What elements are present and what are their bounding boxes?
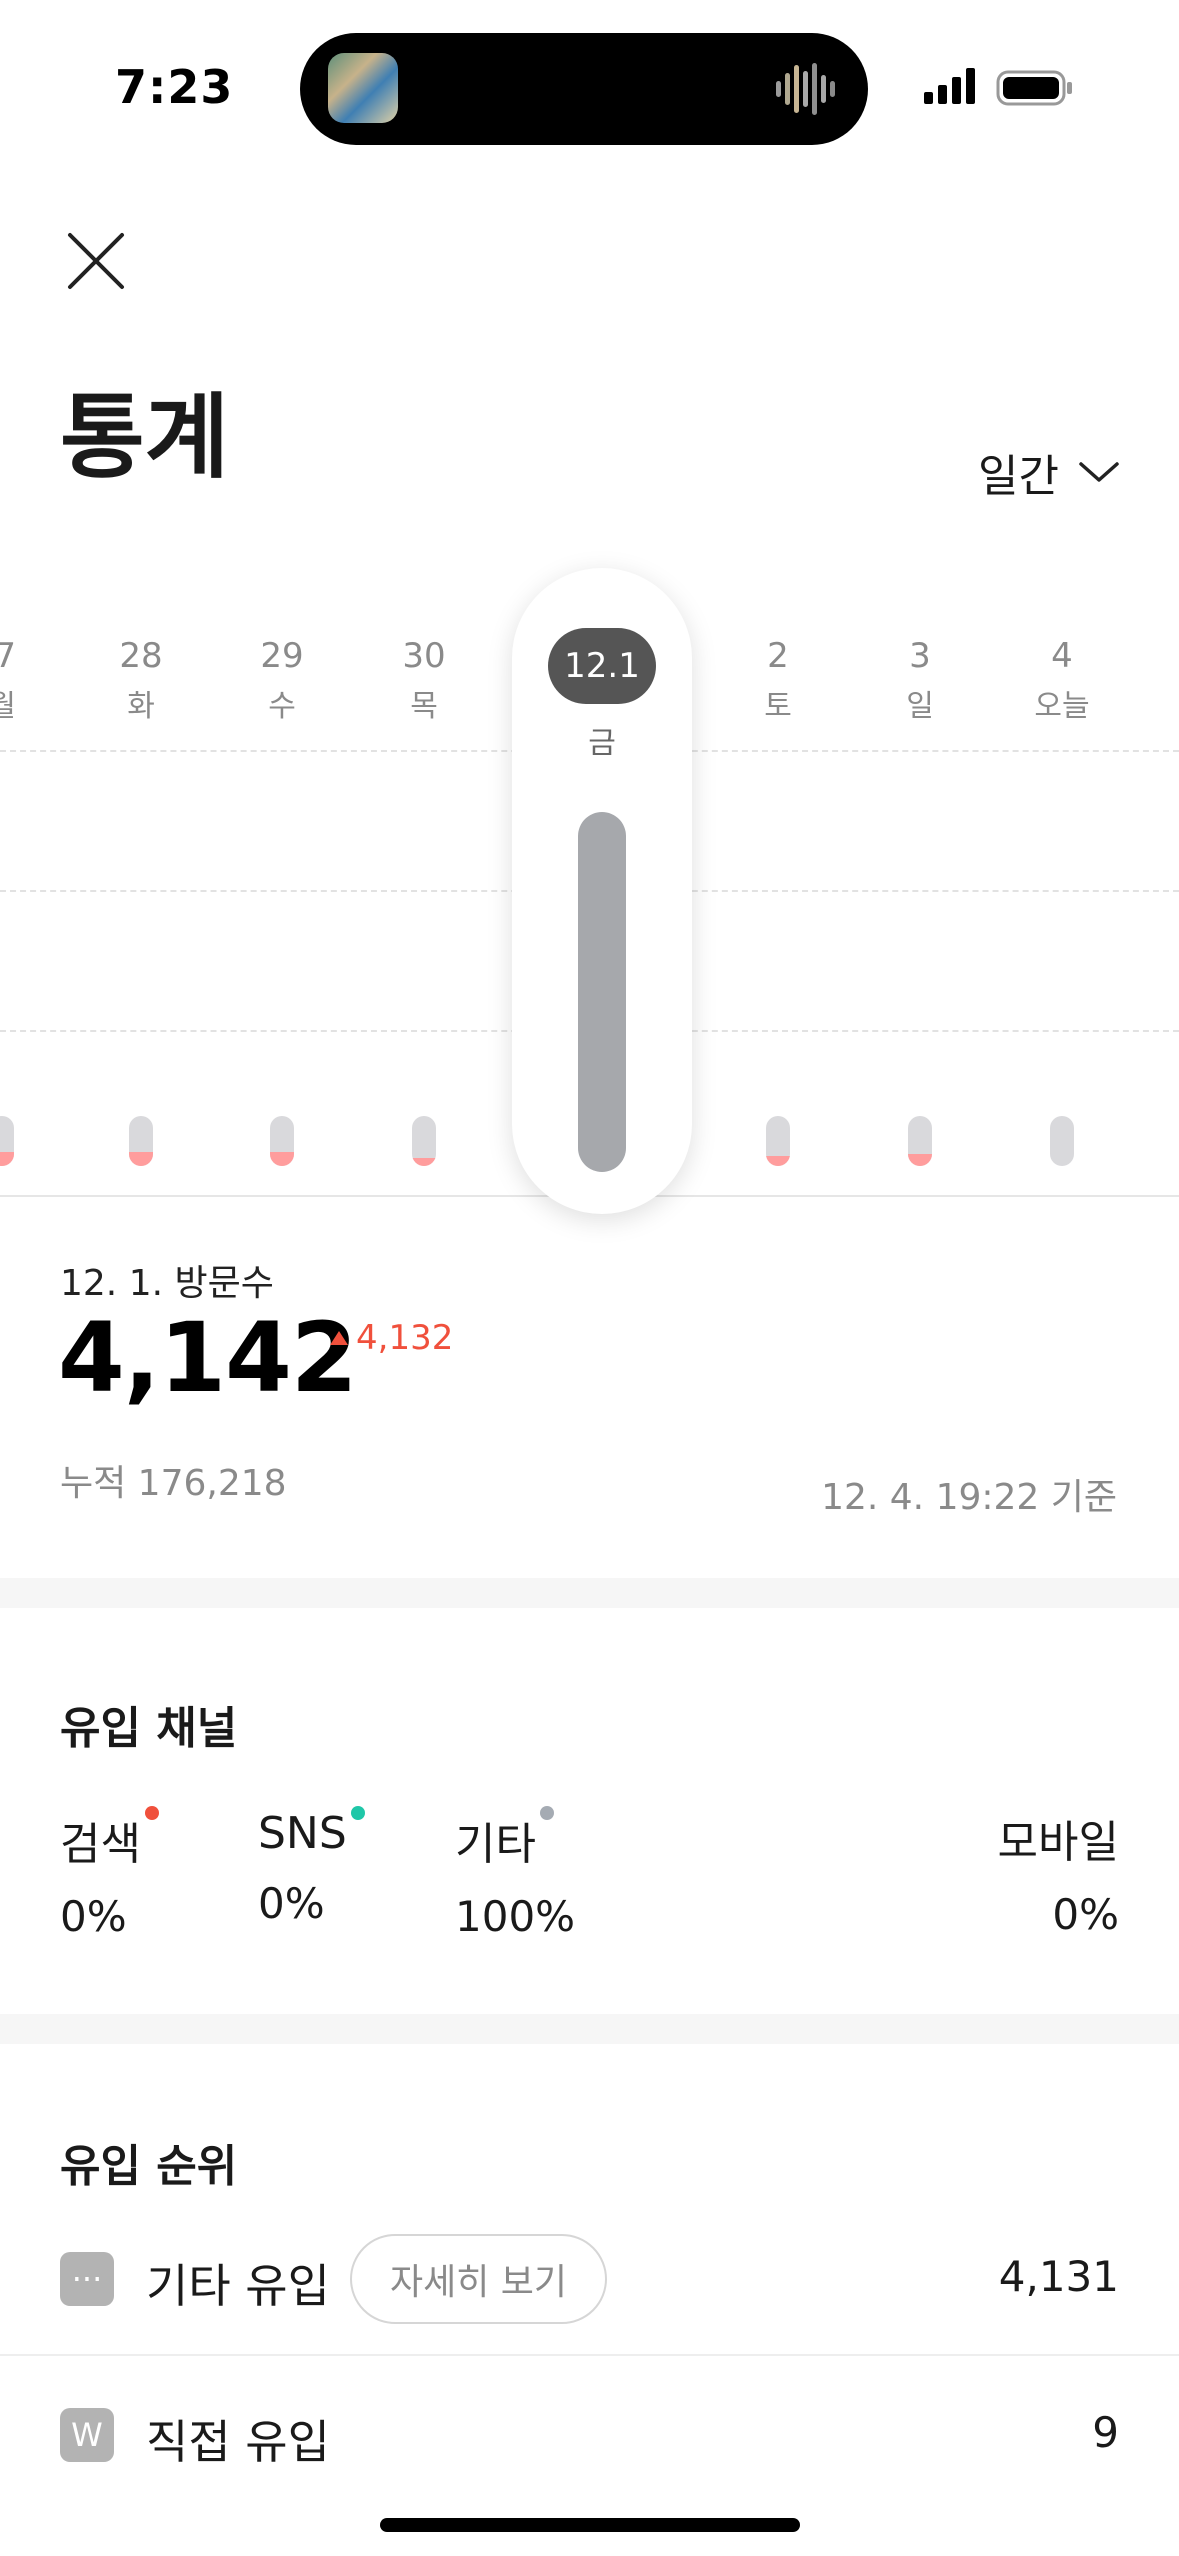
home-indicator[interactable] [380, 2518, 800, 2532]
day-weekday: 토 [764, 689, 792, 725]
ranking-row: W 직접 유입 9 [0, 2364, 1179, 2504]
chart-bar [0, 1116, 14, 1166]
chart-bar [270, 1116, 294, 1166]
row-divider [0, 2354, 1179, 2356]
day-column-today[interactable]: 4 오늘 [1002, 636, 1122, 725]
dynamic-island [300, 33, 868, 145]
cellular-signal-icon [924, 68, 975, 104]
day-weekday: 일 [906, 689, 934, 725]
ranking-name: 기타 유입 [146, 2259, 330, 2313]
day-date: 30 [402, 636, 446, 676]
day-column[interactable]: 28 화 [81, 636, 201, 725]
chart-bar [908, 1116, 932, 1166]
period-dropdown[interactable]: 일간 [978, 440, 1121, 504]
now-playing-thumbnail [328, 53, 398, 123]
day-date: 2 [767, 636, 789, 676]
view-details-button[interactable]: 자세히 보기 [350, 2234, 608, 2324]
channel-other: 기타 100% [455, 1806, 576, 1941]
chart-bar [1050, 1116, 1074, 1166]
selected-weekday: 금 [588, 726, 616, 761]
channel-name: 기타 [455, 1819, 536, 1870]
selected-chart-bar [578, 812, 626, 1172]
day-weekday: 오늘 [1034, 689, 1090, 725]
day-date: 3 [909, 636, 931, 676]
day-column[interactable]: 30 목 [364, 636, 484, 725]
period-label: 일간 [978, 451, 1059, 502]
status-time: 7:23 [115, 60, 234, 114]
channel-search: 검색 0% [60, 1806, 159, 1941]
more-icon: ··· [60, 2252, 114, 2306]
ranking-row: ··· 기타 유입 자세히 보기 4,131 [0, 2208, 1179, 2348]
day-weekday: 월 [0, 689, 16, 725]
selected-day-card[interactable]: 12.1 금 [512, 568, 692, 1214]
visit-count: 4,142 [58, 1302, 358, 1414]
day-weekday: 화 [127, 689, 155, 725]
daily-visits-chart: 27 월 28 화 29 수 30 목 2 토 3 일 4 오늘 12.1 금 [0, 560, 1179, 1214]
page-title: 통계 [60, 384, 230, 491]
day-date: 28 [119, 636, 163, 676]
ranking-value: 9 [1092, 2408, 1119, 2457]
ranking-value: 4,131 [998, 2252, 1119, 2301]
channel-name: SNS [258, 1808, 347, 1859]
day-weekday: 수 [268, 689, 296, 725]
chart-bar [129, 1116, 153, 1166]
day-column[interactable]: 2 토 [718, 636, 838, 725]
chevron-down-icon [1079, 462, 1119, 482]
w-icon: W [60, 2408, 114, 2462]
day-column[interactable]: 29 수 [222, 636, 342, 725]
cumulative-visits: 누적 176,218 [60, 1463, 287, 1504]
day-date: 4 [1051, 636, 1073, 676]
chart-bar [766, 1116, 790, 1166]
channel-mobile: 모바일 0% [998, 1806, 1119, 1939]
channel-pct: 0% [1052, 1890, 1119, 1939]
section-divider [0, 2014, 1179, 2044]
channel-name: 모바일 [997, 1817, 1119, 1868]
audio-waveform-icon [776, 63, 835, 115]
selected-date-pill: 12.1 [548, 628, 656, 704]
ranking-title: 유입 순위 [60, 2141, 238, 2192]
channel-pct: 0% [258, 1879, 325, 1928]
channel-sns: SNS 0% [258, 1806, 365, 1928]
visit-label: 12. 1. 방문수 [60, 1263, 274, 1304]
day-date: 29 [260, 636, 304, 676]
channel-dot [539, 1806, 554, 1820]
day-weekday: 목 [410, 689, 438, 725]
chart-bar [412, 1116, 436, 1166]
day-column[interactable]: 3 일 [860, 636, 980, 725]
close-icon[interactable] [60, 225, 132, 297]
channels-title: 유입 채널 [60, 1703, 238, 1754]
increase-arrow-icon [330, 1331, 348, 1345]
visit-delta: 4,132 [330, 1318, 453, 1358]
channel-dot [350, 1806, 365, 1820]
partial-day-column[interactable]: 27 월 [0, 560, 16, 1200]
delta-value: 4,132 [356, 1318, 454, 1358]
section-divider [0, 1578, 1179, 1608]
channel-pct: 0% [60, 1892, 127, 1941]
battery-icon [996, 70, 1072, 106]
day-date: 27 [0, 636, 16, 676]
channel-pct: 100% [455, 1892, 576, 1941]
channel-name: 검색 [60, 1819, 141, 1870]
ranking-name: 직접 유입 [146, 2415, 330, 2469]
as-of-timestamp: 12. 4. 19:22 기준 [821, 1477, 1117, 1518]
channel-dot [144, 1806, 159, 1820]
